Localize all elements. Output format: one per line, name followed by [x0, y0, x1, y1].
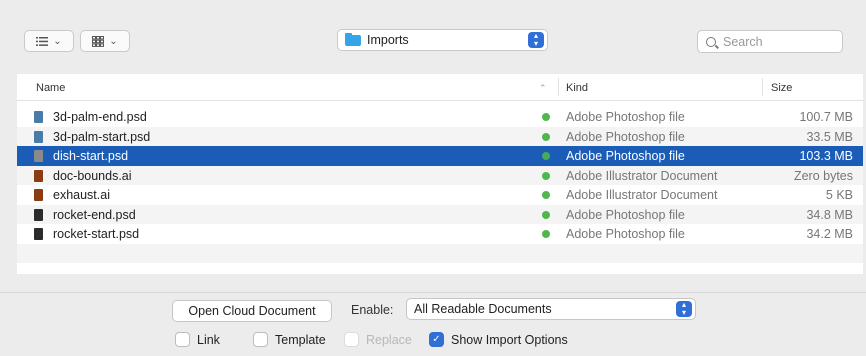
file-name: 3d-palm-end.psd	[53, 110, 147, 124]
file-size: 34.8 MB	[806, 207, 853, 222]
column-separator[interactable]	[762, 78, 763, 96]
checkmark-icon[interactable]: ✓	[429, 332, 444, 347]
chevron-down-icon: ⌄	[109, 35, 118, 47]
popup-stepper-icon: ▴ ▾	[676, 301, 692, 317]
file-size: 5 KB	[825, 188, 853, 202]
file-size: 33.5 MB	[806, 129, 853, 144]
open-cloud-document-button[interactable]: Open Cloud Document	[172, 300, 332, 322]
file-name: 3d-palm-start.psd	[53, 129, 151, 144]
toolbar: ⌄ ⌄ Imports ▴ ▾	[0, 0, 866, 82]
location-label: Imports	[367, 33, 409, 47]
file-browser: Name ⌃ Kind Size 3d-palm-end.psd Adobe P…	[17, 74, 863, 274]
popup-stepper-icon: ▴ ▾	[528, 32, 544, 48]
psd-file-icon	[34, 208, 43, 221]
psd-file-icon	[34, 150, 43, 162]
sync-status-icon	[542, 230, 550, 238]
grid-view-icon	[92, 35, 105, 47]
file-kind: Adobe Photoshop file	[566, 207, 685, 222]
column-size[interactable]: Size	[771, 82, 792, 94]
search-icon	[706, 36, 716, 47]
file-size: 100.7 MB	[799, 110, 853, 124]
enable-popup[interactable]: All Readable Documents ▴ ▾	[406, 298, 696, 320]
file-kind: Adobe Photoshop file	[566, 129, 685, 144]
file-name: exhaust.ai	[53, 188, 110, 202]
list-view-button[interactable]: ⌄	[24, 30, 74, 52]
location-popup[interactable]: Imports ▴ ▾	[337, 29, 548, 51]
column-kind[interactable]: Kind	[566, 82, 588, 94]
psd-file-icon	[34, 111, 43, 123]
file-kind: Adobe Photoshop file	[566, 227, 685, 241]
file-name: dish-start.psd	[53, 149, 129, 163]
ai-file-icon	[34, 169, 43, 182]
sync-status-icon	[542, 171, 550, 180]
file-row-selected[interactable]: dish-start.psd Adobe Photoshop file 103.…	[17, 146, 863, 166]
checkbox-box[interactable]	[175, 332, 190, 347]
file-kind: Adobe Photoshop file	[566, 110, 685, 124]
file-row[interactable]: rocket-end.psd Adobe Photoshop file 34.8…	[17, 204, 863, 224]
search-field[interactable]	[697, 30, 843, 53]
enable-label: Enable:	[351, 303, 394, 317]
search-input[interactable]	[723, 34, 823, 49]
replace-label: Replace	[366, 332, 412, 347]
grid-view-button[interactable]: ⌄	[80, 30, 130, 52]
file-row[interactable]: rocket-start.psd Adobe Photoshop file 34…	[17, 224, 863, 244]
list-view-icon	[36, 36, 49, 46]
template-checkbox[interactable]: Template	[253, 332, 326, 347]
file-name: doc-bounds.ai	[53, 168, 132, 183]
link-label: Link	[197, 332, 220, 347]
footer-divider	[0, 292, 866, 293]
file-row[interactable]: doc-bounds.ai Adobe Illustrator Document…	[17, 165, 863, 185]
sync-status-icon	[542, 191, 550, 199]
sync-status-icon	[542, 210, 550, 219]
show-import-options-label: Show Import Options	[451, 332, 568, 347]
file-row[interactable]: exhaust.ai Adobe Illustrator Document 5 …	[17, 185, 863, 205]
column-name[interactable]: Name	[36, 82, 65, 94]
file-list: 3d-palm-end.psd Adobe Photoshop file 100…	[17, 107, 863, 263]
sync-status-icon	[542, 132, 550, 141]
sort-ascending-icon: ⌃	[539, 83, 547, 93]
sync-status-icon	[542, 152, 550, 160]
psd-file-icon	[34, 228, 43, 240]
folder-icon	[345, 32, 361, 46]
file-row[interactable]: 3d-palm-start.psd Adobe Photoshop file 3…	[17, 126, 863, 146]
replace-checkbox: Replace	[344, 332, 412, 347]
file-size: Zero bytes	[793, 168, 853, 183]
link-checkbox[interactable]: Link	[175, 332, 220, 347]
sync-status-icon	[542, 113, 550, 121]
checkbox-box	[344, 332, 359, 347]
enable-value: All Readable Documents	[414, 302, 552, 316]
ai-file-icon	[34, 189, 43, 201]
file-name: rocket-start.psd	[53, 227, 140, 241]
column-header: Name ⌃ Kind Size	[17, 74, 863, 101]
file-name: rocket-end.psd	[53, 207, 136, 222]
chevron-down-icon: ⌄	[53, 35, 62, 47]
file-row[interactable]: 3d-palm-end.psd Adobe Photoshop file 100…	[17, 107, 863, 127]
file-kind: Adobe Illustrator Document	[566, 188, 718, 202]
file-size: 34.2 MB	[806, 227, 853, 241]
file-kind: Adobe Photoshop file	[566, 149, 685, 163]
file-size: 103.3 MB	[799, 149, 853, 163]
template-label: Template	[275, 332, 326, 347]
empty-row	[17, 243, 863, 263]
show-import-options-checkbox[interactable]: ✓ Show Import Options	[429, 332, 568, 347]
file-kind: Adobe Illustrator Document	[566, 168, 718, 183]
checkbox-box[interactable]	[253, 332, 268, 347]
psd-file-icon	[34, 130, 43, 143]
column-separator[interactable]	[558, 78, 559, 96]
